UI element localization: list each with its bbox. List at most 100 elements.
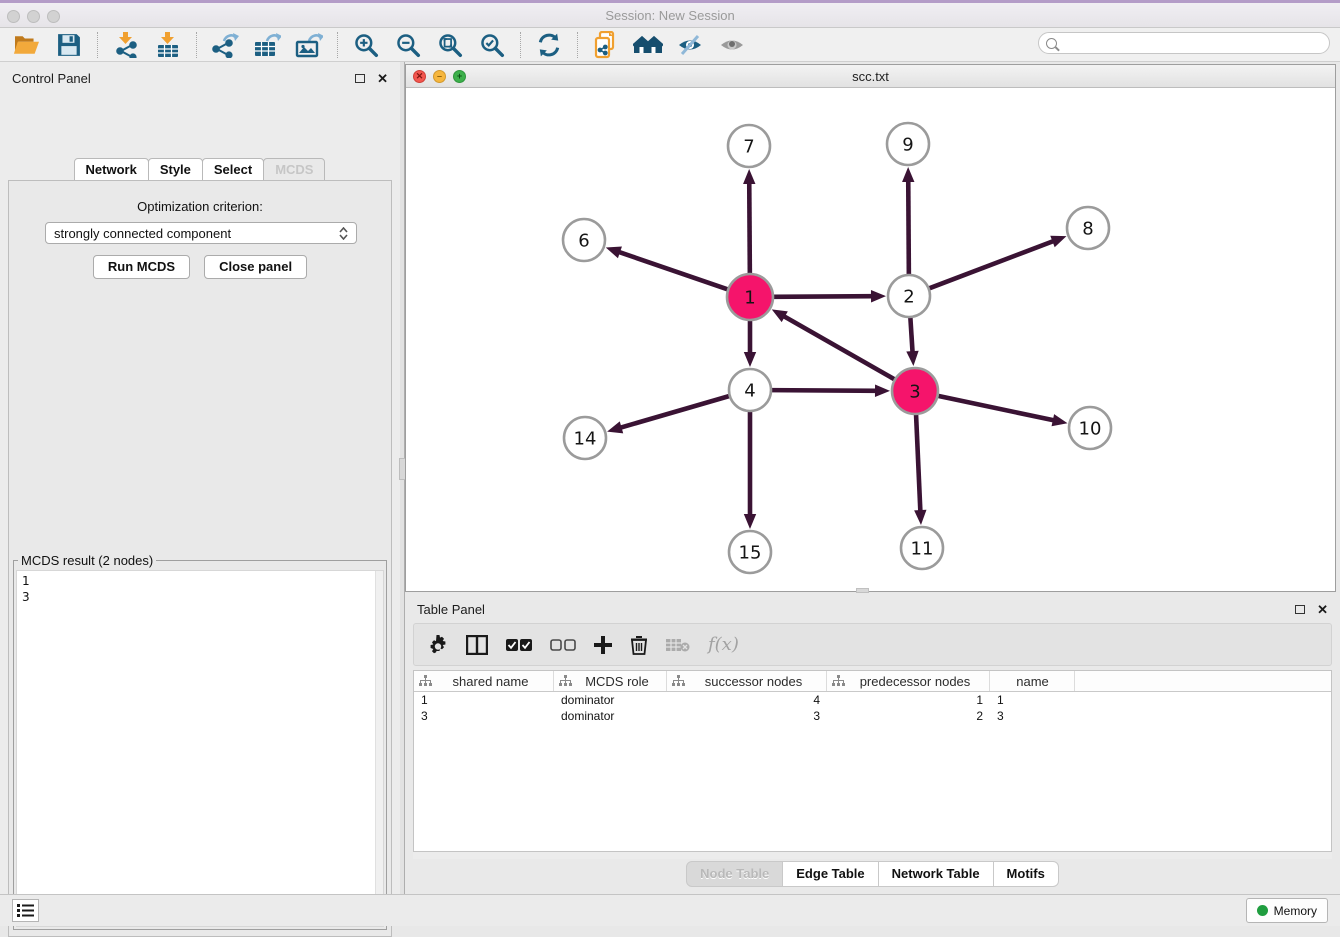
graph-edge-3-10[interactable]	[938, 396, 1068, 426]
graph-node-10[interactable]: 10	[1069, 407, 1111, 449]
result-scrollbar[interactable]	[375, 571, 383, 926]
tab-network[interactable]: Network	[74, 158, 149, 182]
graph-edge-1-7[interactable]	[743, 169, 755, 274]
column-header-shared-name[interactable]: shared name	[414, 671, 554, 691]
table-cell[interactable]: 3	[414, 708, 554, 724]
graph-edge-4-3[interactable]	[771, 385, 890, 397]
graph-edge-4-15[interactable]	[744, 411, 756, 529]
table-panel: Table Panel ✕	[405, 593, 1340, 894]
table-gear-button[interactable]	[428, 633, 448, 657]
graph-edge-2-8[interactable]	[929, 236, 1067, 289]
graph-node-14[interactable]: 14	[564, 417, 606, 459]
table-row[interactable]: 1dominator411	[414, 692, 1331, 708]
tab-select[interactable]: Select	[202, 158, 264, 182]
table-cell[interactable]: 4	[667, 692, 827, 708]
table-cell[interactable]: 3	[990, 708, 1075, 724]
column-header-MCDS-role[interactable]: MCDS role	[554, 671, 667, 691]
criterion-dropdown[interactable]: strongly connected component	[45, 222, 357, 244]
save-session-button[interactable]	[51, 30, 87, 60]
memory-button[interactable]: Memory	[1246, 898, 1328, 923]
edge-arrowhead	[744, 514, 756, 529]
graph-node-3[interactable]: 3	[892, 368, 938, 414]
zoom-selected-button[interactable]	[474, 30, 510, 60]
table-panel-float-button[interactable]	[1295, 605, 1305, 614]
zoom-in-button[interactable]	[348, 30, 384, 60]
edge-arrowhead	[1050, 236, 1066, 248]
tab-motifs[interactable]: Motifs	[994, 861, 1059, 887]
node-label: 8	[1082, 219, 1093, 240]
graph-edge-1-2[interactable]	[773, 290, 886, 302]
hide-selected-button[interactable]	[672, 30, 708, 60]
toolbar-separator	[577, 32, 578, 58]
graph-node-7[interactable]: 7	[728, 125, 770, 167]
table-cell[interactable]: dominator	[554, 708, 667, 724]
network-window-titlebar[interactable]: ✕ – + scc.txt	[406, 65, 1335, 88]
table-cell[interactable]: 1	[990, 692, 1075, 708]
search-input[interactable]	[1061, 34, 1329, 52]
graph-node-9[interactable]: 9	[887, 123, 929, 165]
graph-node-6[interactable]: 6	[563, 219, 605, 261]
run-mcds-button[interactable]: Run MCDS	[93, 255, 190, 279]
graph-node-8[interactable]: 8	[1067, 207, 1109, 249]
column-header-successor-nodes[interactable]: successor nodes	[667, 671, 827, 691]
export-table-button[interactable]	[249, 30, 285, 60]
tab-style[interactable]: Style	[148, 158, 203, 182]
first-neighbors-button[interactable]	[630, 30, 666, 60]
table-panel-close-button[interactable]: ✕	[1317, 603, 1328, 616]
mcds-result-textarea[interactable]: 13	[16, 570, 384, 927]
open-session-button[interactable]	[9, 30, 45, 60]
graph-edge-2-3[interactable]	[906, 317, 918, 366]
mcds-result-line: 3	[22, 589, 378, 605]
table-cell[interactable]: 1	[414, 692, 554, 708]
edge-arrowhead	[1052, 414, 1068, 426]
function-builder-button[interactable]: f(x)	[708, 633, 739, 657]
export-network-button[interactable]	[207, 30, 243, 60]
graph-edge-3-11[interactable]	[914, 414, 926, 525]
edge-arrowhead	[871, 290, 886, 302]
tab-mcds[interactable]: MCDS	[263, 158, 325, 182]
tab-network-table[interactable]: Network Table	[879, 861, 994, 887]
node-label: 9	[902, 135, 913, 156]
show-all-button[interactable]	[714, 30, 750, 60]
graph-edge-3-1[interactable]	[772, 309, 895, 379]
column-header-predecessor-nodes[interactable]: predecessor nodes	[827, 671, 990, 691]
add-column-button[interactable]	[594, 633, 612, 657]
deselect-all-columns-button[interactable]	[550, 633, 576, 657]
task-history-button[interactable]	[12, 899, 39, 922]
table-row[interactable]: 3dominator323	[414, 708, 1331, 724]
network-canvas[interactable]: 7 9 6 8 1 2 4 3 14 10 15 11	[406, 88, 1335, 591]
export-image-button[interactable]	[291, 30, 327, 60]
column-header-name[interactable]: name	[990, 671, 1075, 691]
graph-edge-1-4[interactable]	[744, 320, 756, 367]
split-columns-button[interactable]	[466, 633, 488, 657]
delete-table-button[interactable]	[666, 633, 690, 657]
double-house-icon	[633, 33, 663, 57]
table-cell[interactable]: 2	[827, 708, 990, 724]
tab-node-table[interactable]: Node Table	[686, 861, 783, 887]
graph-node-11[interactable]: 11	[901, 527, 943, 569]
new-network-from-selection-button[interactable]	[588, 30, 624, 60]
import-table-button[interactable]	[150, 30, 186, 60]
graph-edge-1-6[interactable]	[606, 246, 728, 289]
graph-edge-4-14[interactable]	[607, 396, 730, 433]
fit-content-button[interactable]	[432, 30, 468, 60]
graph-node-1[interactable]: 1	[727, 274, 773, 320]
control-panel-float-button[interactable]	[355, 74, 365, 83]
import-network-button[interactable]	[108, 30, 144, 60]
copy-network-pages-icon	[593, 31, 619, 59]
search-box[interactable]	[1038, 32, 1330, 54]
tab-edge-table[interactable]: Edge Table	[783, 861, 878, 887]
select-all-columns-button[interactable]	[506, 633, 532, 657]
graph-node-4[interactable]: 4	[729, 369, 771, 411]
refresh-button[interactable]	[531, 30, 567, 60]
graph-node-2[interactable]: 2	[888, 275, 930, 317]
table-cell[interactable]: 1	[827, 692, 990, 708]
table-cell[interactable]: 3	[667, 708, 827, 724]
delete-column-button[interactable]	[630, 633, 648, 657]
control-panel-close-button[interactable]: ✕	[377, 72, 388, 85]
close-panel-button[interactable]: Close panel	[204, 255, 307, 279]
zoom-out-button[interactable]	[390, 30, 426, 60]
graph-node-15[interactable]: 15	[729, 531, 771, 573]
table-cell[interactable]: dominator	[554, 692, 667, 708]
graph-edge-2-9[interactable]	[902, 167, 914, 275]
